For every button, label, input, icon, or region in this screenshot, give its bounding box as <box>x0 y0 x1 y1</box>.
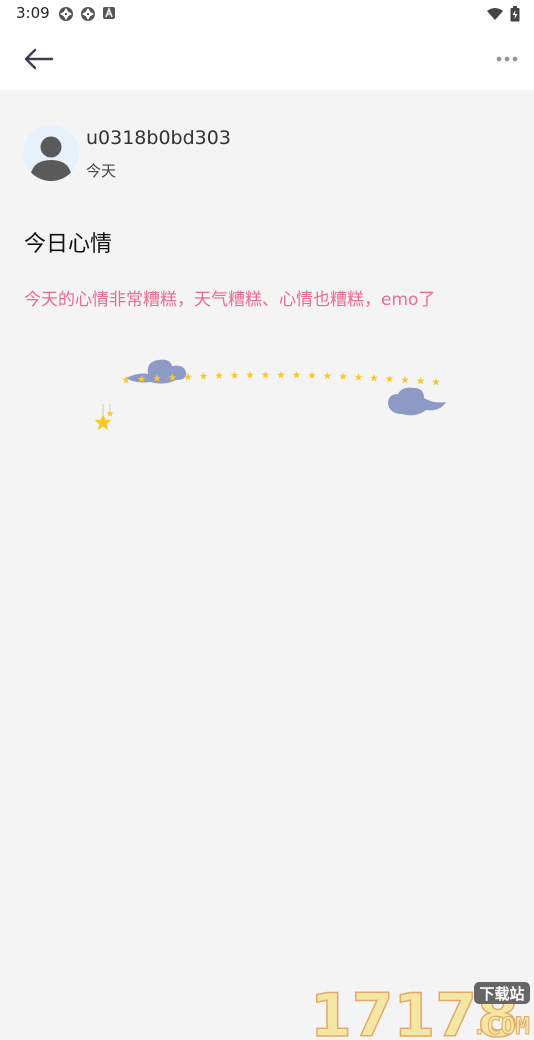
small-star-icon <box>385 375 394 383</box>
site-watermark: 17178 下载站 .COM <box>309 980 530 1040</box>
watermark-suffix: .COM <box>472 1012 530 1040</box>
battery-icon <box>510 6 520 22</box>
more-horizontal-icon <box>496 56 518 62</box>
arrow-left-icon <box>24 48 54 70</box>
small-star-icon <box>261 371 270 379</box>
small-star-icon <box>246 371 254 379</box>
app-bar <box>0 28 534 90</box>
aperture-icon <box>81 7 95 21</box>
small-star-icon <box>323 372 332 380</box>
star-icon <box>106 410 114 417</box>
small-star-icon <box>277 371 285 379</box>
small-star-icon <box>199 372 208 380</box>
wifi-icon <box>487 8 503 20</box>
status-system-icons <box>486 6 520 22</box>
small-star-icon <box>370 374 378 382</box>
author-avatar[interactable] <box>23 125 79 181</box>
status-notification-icons <box>58 6 116 22</box>
author-name[interactable]: u0318b0bd303 <box>86 127 231 149</box>
post-detail: u0318b0bd303 今天 今日心情 今天的心情非常糟糕，天气糟糕、心情也糟… <box>0 90 534 1040</box>
post-title: 今日心情 <box>24 232 113 257</box>
small-star-icon <box>308 371 316 379</box>
small-star-icon <box>215 371 223 379</box>
small-star-icon <box>230 371 239 379</box>
watermark-badge: 下载站 <box>479 985 524 1003</box>
small-star-icon <box>354 373 363 381</box>
moon-stars-illustration <box>94 359 446 430</box>
a-badge-icon <box>103 6 115 19</box>
more-options-button[interactable] <box>494 46 520 72</box>
small-star-icon <box>416 377 425 385</box>
post-body: 今天的心情非常糟糕，天气糟糕、心情也糟糕，emo了 <box>24 290 436 310</box>
post-date: 今天 <box>86 162 117 180</box>
aperture-icon <box>59 7 73 21</box>
status-time: 3:09 <box>16 4 50 22</box>
status-bar: 3:09 <box>0 0 534 28</box>
moon-icon <box>96 360 130 406</box>
small-star-icon <box>401 375 409 384</box>
back-button[interactable] <box>20 42 60 76</box>
user-silhouette-icon <box>30 136 72 181</box>
cloud-icon <box>388 387 446 416</box>
small-star-icon <box>292 371 301 379</box>
small-star-icon <box>339 372 347 380</box>
star-icon <box>94 414 112 430</box>
small-star-icon <box>432 378 440 386</box>
